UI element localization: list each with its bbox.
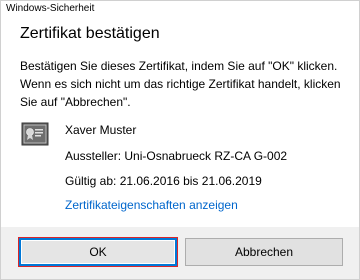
certificate-name: Xaver Muster (65, 123, 137, 137)
certificate-icon (21, 121, 49, 149)
dialog-heading: Zertifikat bestätigen (20, 25, 160, 42)
certificate-validity: Gültig ab: 21.06.2016 bis 21.06.2019 (65, 174, 262, 188)
window-title: Windows-Sicherheit (6, 3, 95, 14)
certificate-issuer: Aussteller: Uni-Osnabrueck RZ-CA G-002 (65, 149, 288, 163)
security-dialog: Windows-Sicherheit Zertifikat bestätigen… (0, 0, 360, 280)
button-bar: OK Abbrechen (1, 227, 359, 279)
dialog-message: Bestätigen Sie dieses Zertifikat, indem … (20, 59, 341, 109)
cancel-button[interactable]: Abbrechen (185, 238, 343, 266)
ok-button[interactable]: OK (19, 238, 177, 266)
certificate-properties-link[interactable]: Zertifikateigenschaften anzeigen (65, 197, 238, 213)
